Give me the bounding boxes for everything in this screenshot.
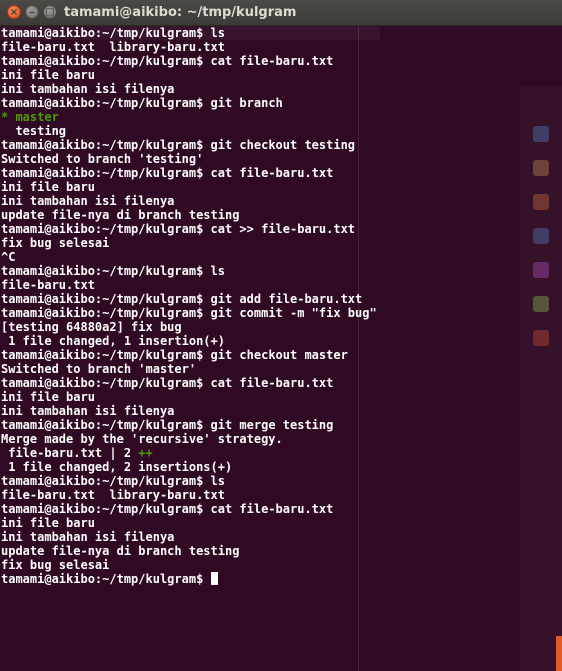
prompt: tamami@aikibo:~/tmp/kulgram$: [1, 166, 204, 180]
prompt: tamami@aikibo:~/tmp/kulgram$: [1, 502, 204, 516]
prompt: tamami@aikibo:~/tmp/kulgram$: [1, 26, 204, 40]
prompt: tamami@aikibo:~/tmp/kulgram$: [1, 418, 204, 432]
command-text: ls: [203, 264, 225, 278]
command-text: git merge testing: [203, 418, 334, 432]
command-line: tamami@aikibo:~/tmp/kulgram$ git commit …: [1, 306, 559, 320]
output-line: fix bug selesai: [1, 236, 110, 250]
command-text: git checkout master: [203, 348, 348, 362]
diffstat-text: file-baru.txt | 2: [1, 446, 139, 460]
diffstat-line: file-baru.txt | 2 ++: [1, 446, 559, 460]
output-line: Merge made by the 'recursive' strategy.: [1, 432, 283, 446]
command-line: tamami@aikibo:~/tmp/kulgram$ cat file-ba…: [1, 376, 559, 390]
command-text: ls: [203, 474, 225, 488]
terminal-area[interactable]: tamami@aikibo:~/tmp/kulgram$ ls file-baru…: [0, 26, 562, 671]
command-text: cat >> file-baru.txt: [203, 222, 356, 236]
command-text: git commit -m "fix bug": [203, 306, 377, 320]
prompt: tamami@aikibo:~/tmp/kulgram$: [1, 222, 204, 236]
output-line: update file-nya di branch testing: [1, 208, 240, 222]
command-text: git add file-baru.txt: [203, 292, 363, 306]
output-line: ini tambahan isi filenya: [1, 530, 175, 544]
output-line: ini tambahan isi filenya: [1, 82, 175, 96]
prompt: tamami@aikibo:~/tmp/kulgram$: [1, 292, 204, 306]
command-text: ls: [203, 26, 225, 40]
prompt: tamami@aikibo:~/tmp/kulgram$: [1, 348, 204, 362]
output-line: file-baru.txt: [1, 278, 95, 292]
terminal-output[interactable]: tamami@aikibo:~/tmp/kulgram$ ls file-baru…: [1, 26, 559, 586]
command-line: tamami@aikibo:~/tmp/kulgram$ ls: [1, 474, 559, 488]
command-text: git branch: [203, 96, 283, 110]
command-line: tamami@aikibo:~/tmp/kulgram$ git merge t…: [1, 418, 559, 432]
command-line: tamami@aikibo:~/tmp/kulgram$ cat >> file…: [1, 222, 559, 236]
output-line: ini tambahan isi filenya: [1, 194, 175, 208]
command-line: tamami@aikibo:~/tmp/kulgram$ cat file-ba…: [1, 166, 559, 180]
command-text: cat file-baru.txt: [203, 502, 334, 516]
output-line: ini tambahan isi filenya: [1, 404, 175, 418]
output-line: Switched to branch 'master': [1, 362, 197, 376]
output-line: fix bug selesai: [1, 558, 110, 572]
prompt: tamami@aikibo:~/tmp/kulgram$: [1, 474, 204, 488]
command-text: cat file-baru.txt: [203, 166, 334, 180]
output-line: ^C: [1, 250, 16, 264]
command-text: cat file-baru.txt: [203, 54, 334, 68]
maximize-button[interactable]: □: [43, 5, 57, 19]
output-line: [testing 64880a2] fix bug: [1, 320, 182, 334]
output-line: update file-nya di branch testing: [1, 544, 240, 558]
text-cursor[interactable]: [210, 572, 218, 585]
output-line: Switched to branch 'testing': [1, 152, 204, 166]
prompt: tamami@aikibo:~/tmp/kulgram$: [1, 376, 204, 390]
background-orange-strip: [556, 636, 562, 671]
command-text: [203, 572, 210, 586]
terminal-window: × – □ tamami@aikibo: ~/tmp/kulgram tamam…: [0, 0, 562, 671]
close-button[interactable]: ×: [7, 5, 21, 19]
output-line: file-baru.txt library-baru.txt: [1, 40, 225, 54]
minimize-icon: –: [29, 7, 35, 18]
output-line: 1 file changed, 2 insertions(+): [1, 460, 233, 474]
output-line: * master: [1, 110, 59, 124]
prompt: tamami@aikibo:~/tmp/kulgram$: [1, 138, 204, 152]
command-line: tamami@aikibo:~/tmp/kulgram$ ls: [1, 26, 559, 40]
prompt: tamami@aikibo:~/tmp/kulgram$: [1, 572, 204, 586]
prompt: tamami@aikibo:~/tmp/kulgram$: [1, 54, 204, 68]
maximize-icon: □: [45, 7, 55, 18]
prompt: tamami@aikibo:~/tmp/kulgram$: [1, 264, 204, 278]
window-title: tamami@aikibo: ~/tmp/kulgram: [64, 5, 297, 20]
minimize-button[interactable]: –: [25, 5, 39, 19]
command-line: tamami@aikibo:~/tmp/kulgram$ cat file-ba…: [1, 54, 559, 68]
command-line: tamami@aikibo:~/tmp/kulgram$ ls: [1, 264, 559, 278]
prompt-line-active: tamami@aikibo:~/tmp/kulgram$: [1, 572, 559, 586]
command-text: git checkout testing: [203, 138, 356, 152]
prompt: tamami@aikibo:~/tmp/kulgram$: [1, 306, 204, 320]
command-line: tamami@aikibo:~/tmp/kulgram$ git add fil…: [1, 292, 559, 306]
output-line: testing: [1, 124, 67, 138]
title-bar[interactable]: × – □ tamami@aikibo: ~/tmp/kulgram: [0, 0, 562, 26]
output-line: ini file baru: [1, 68, 95, 82]
prompt: tamami@aikibo:~/tmp/kulgram$: [1, 96, 204, 110]
close-icon: ×: [9, 7, 19, 18]
command-line: tamami@aikibo:~/tmp/kulgram$ git checkou…: [1, 138, 559, 152]
command-line: tamami@aikibo:~/tmp/kulgram$ git branch: [1, 96, 559, 110]
command-text: cat file-baru.txt: [203, 376, 334, 390]
output-line: ini file baru: [1, 516, 95, 530]
output-line: ini file baru: [1, 390, 95, 404]
output-line: ini file baru: [1, 180, 95, 194]
command-line: tamami@aikibo:~/tmp/kulgram$ git checkou…: [1, 348, 559, 362]
command-line: tamami@aikibo:~/tmp/kulgram$ cat file-ba…: [1, 502, 559, 516]
diffstat-plus: ++: [138, 446, 153, 460]
output-line: file-baru.txt library-baru.txt: [1, 488, 225, 502]
output-line: 1 file changed, 1 insertion(+): [1, 334, 225, 348]
